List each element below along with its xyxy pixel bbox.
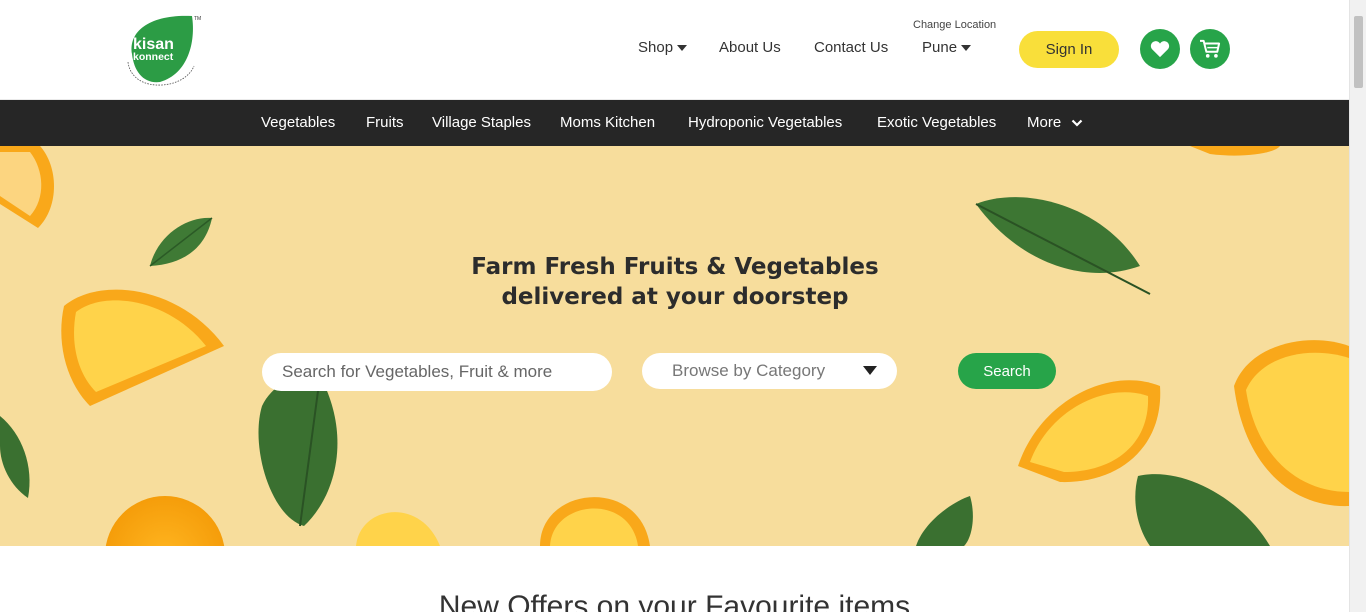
nav-about-us[interactable]: About Us [719,39,781,56]
nav-contact-us[interactable]: Contact Us [814,39,888,56]
category-village-staples[interactable]: Village Staples [432,114,531,131]
cart-icon [1200,39,1221,58]
nav-shop-label: Shop [638,39,674,56]
hero-banner: Farm Fresh Fruits & Vegetables delivered… [0,146,1349,546]
page: kisan konnect TM Shop About Us Contact U… [0,0,1366,612]
hero-title: Farm Fresh Fruits & Vegetables delivered… [380,252,970,312]
category-fruits[interactable]: Fruits [366,114,404,131]
scrollbar-thumb[interactable] [1354,16,1363,88]
browse-category-dropdown[interactable]: Browse by Category [642,353,897,389]
caret-down-icon [961,45,972,52]
cart-button[interactable] [1190,29,1230,69]
product-search-input[interactable] [262,353,612,391]
search-button[interactable]: Search [958,353,1056,389]
hero-title-line-1: Farm Fresh Fruits & Vegetables [471,254,879,280]
site-header: kisan konnect TM Shop About Us Contact U… [0,0,1349,100]
location-value: Pune [922,39,958,56]
heart-icon [1150,41,1170,58]
nav-shop[interactable]: Shop [638,39,688,56]
offers-section-title: New Offers on your Favourite items [438,590,911,612]
fruit-background-image [0,146,1349,546]
category-more-label: More [1027,114,1062,131]
category-vegetables[interactable]: Vegetables [261,114,335,131]
svg-text:TM: TM [194,16,201,22]
browse-category-placeholder: Browse by Category [672,361,826,380]
category-exotic-vegetables[interactable]: Exotic Vegetables [877,114,996,131]
sign-in-button[interactable]: Sign In [1019,31,1119,68]
page-scrollbar[interactable] [1349,0,1366,612]
chevron-down-icon [1072,119,1083,127]
change-location-label: Change Location [913,19,997,31]
kisan-konnect-logo[interactable]: kisan konnect TM [122,12,204,88]
hero-title-line-2: delivered at your doorstep [501,284,849,310]
caret-down-icon [677,45,688,52]
location-selector[interactable]: Pune [922,39,972,56]
svg-text:konnect: konnect [133,51,174,63]
wishlist-button[interactable] [1140,29,1180,69]
category-moms-kitchen[interactable]: Moms Kitchen [560,114,655,131]
category-nav-bar: Vegetables Fruits Village Staples Moms K… [0,100,1349,146]
category-hydroponic-vegetables[interactable]: Hydroponic Vegetables [688,114,842,131]
dropdown-triangle-icon [863,366,877,375]
category-more[interactable]: More [1027,114,1083,131]
